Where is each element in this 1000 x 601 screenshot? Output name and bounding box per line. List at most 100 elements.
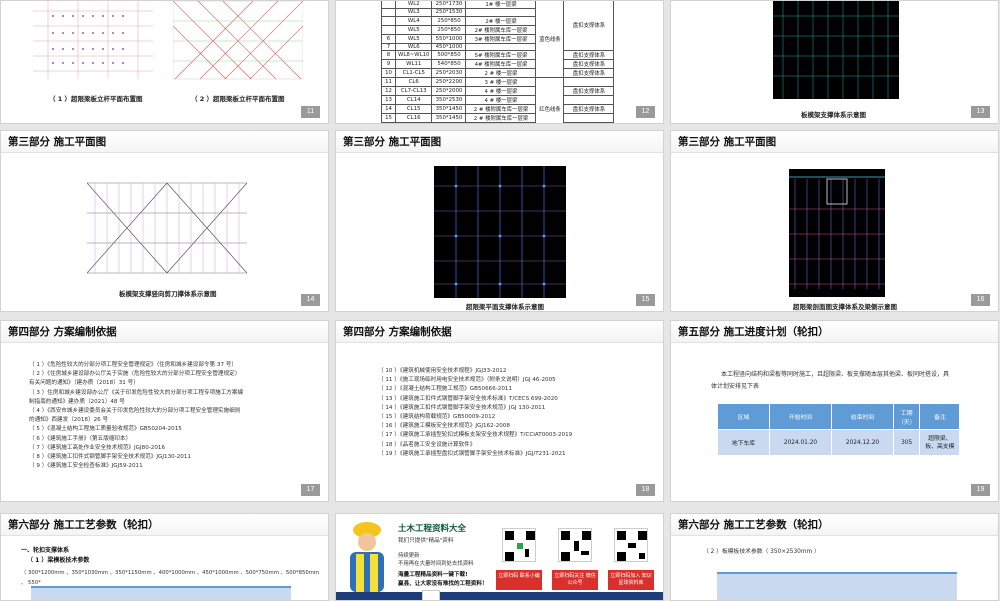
cell: 305 [892, 429, 921, 456]
slide-11[interactable]: （ 1 ）超限梁板立杆平面布置图 （ 2 ）超限梁板立杆平面布置图 11 [0, 0, 329, 124]
beam-plan-drawing [434, 166, 566, 298]
page-number: 11 [301, 106, 320, 118]
cell: 4# 楼附属车库一层梁 [465, 59, 537, 70]
slide-13[interactable]: 板模架支撑体系示意图 13 [670, 0, 999, 124]
page-number: 12 [636, 106, 655, 118]
reference-item: （ 3 ）住房和城乡建设部办公厅《关于印发危险性较大的分部分项工程专项施工方案编 [29, 389, 244, 396]
figure-caption-1: （ 1 ）超限梁板立杆平面布置图 [49, 95, 143, 103]
reference-item: （ 19 ）《建筑施工承插型盘扣式钢管脚手架安全技术标准》JGJ/T231-20… [378, 450, 566, 457]
cell: 350*2530 [431, 95, 467, 106]
slide-17[interactable]: 第四部分 方案编制依据 （ 1 ）《危险性较大的分部分项工程安全管理规定》（住房… [0, 320, 329, 502]
page-number: 19 [971, 484, 990, 496]
cell: WL5 [394, 24, 433, 35]
cell [381, 15, 396, 26]
reference-item: （ 6 ）《建筑施工手册》（第五版缩印本） [29, 435, 132, 442]
system-cell [563, 95, 615, 106]
cell: 450*1000 [431, 42, 467, 52]
slide-19[interactable]: 第五部分 施工进度计划（轮扣） 本工程竖向结构和梁板等同时施工，且超限梁、板支撑… [670, 320, 999, 502]
subsection-heading: （ 1 ）梁模板技术参数 [27, 557, 90, 564]
cell: 250*850 [431, 24, 467, 35]
cell: 250*1730 [431, 1, 467, 9]
ad-line-5: 赢县、让大家没有难找的工程资料！ [398, 581, 488, 587]
cell: 2 # 楼一层梁 [465, 68, 537, 79]
cell: 13 [381, 95, 396, 106]
cell: 11 [381, 77, 396, 88]
slide-22[interactable]: 第六部分 施工工艺参数（轮扣） （ 2 ）板模板技术参数（ 350×2530mm… [670, 513, 999, 601]
cell: WL6 [394, 42, 433, 52]
system-cell: 盘扣支撑体系 [563, 122, 615, 123]
cell: 12 [381, 86, 396, 97]
slide-title: 第六部分 施工工艺参数（轮扣） [1, 514, 328, 536]
col-header: 工期（天） [892, 403, 921, 430]
reference-item: 制指南的通知》建办质〔2021〕48 号 [29, 398, 125, 405]
reference-item: （ 5 ）《混凝土结构工程施工质量验收规范》GB50204-2015 [29, 426, 182, 433]
worker-illustration [350, 522, 384, 592]
col-header: 备注 [919, 403, 961, 430]
cell: 540*850 [431, 59, 467, 70]
cell [381, 24, 396, 35]
slide-21-ad[interactable]: 土木工程资料大全 我们只提供"精品"资料 持续更新 不用再在大量时间到处去找资料… [335, 513, 664, 601]
cell: 超限梁、板、高支模 [919, 429, 961, 456]
cell [465, 8, 537, 17]
cell: CL16 [394, 113, 433, 123]
cell: CL6 [394, 77, 433, 88]
system-cell: 盘扣支撑体系 [563, 104, 615, 115]
slide-18[interactable]: 第四部分 方案编制依据 （ 10 ）《建筑机械使用安全技术规程》JGJ33-20… [335, 320, 664, 502]
plan-drawing-1 [33, 1, 153, 79]
cell: WL5 [394, 33, 433, 44]
contact-editor-button[interactable]: 立即扫码 联系小编 [496, 570, 542, 590]
system-cell: 盘扣支撑体系 [563, 50, 615, 61]
qr-code-icon[interactable] [614, 528, 648, 562]
reference-list: （ 10 ）《建筑机械使用安全技术规程》JGJ33-2012 （ 11 ）《施工现… [378, 367, 572, 459]
table-row: 11 CL6 250*2200 3 # 楼一层梁 红色线条 [381, 77, 615, 123]
cell: WL3 [394, 8, 433, 17]
cell: 4 # 楼一层梁 [465, 95, 537, 106]
qr-code-icon[interactable] [422, 590, 440, 600]
beam-section-drawing [789, 169, 885, 297]
join-community-button[interactable]: 立即扫码加入 知识星球资料库 [608, 570, 654, 590]
param-table [717, 572, 957, 600]
cell: 2# 楼一层梁 [465, 15, 537, 26]
cell: WL11 [394, 59, 433, 70]
slide-14[interactable]: 第三部分 施工平面图 板模架支撑竖向剪刀撑体系示意图 14 [0, 130, 329, 312]
slide-20[interactable]: 第六部分 施工工艺参数（轮扣） 一、轮扣支撑体系 （ 1 ）梁模板技术参数 （ … [0, 513, 329, 601]
slide-title: 第五部分 施工进度计划（轮扣） [671, 321, 998, 343]
beam-size-list-cont: 、 550* [21, 580, 41, 586]
reference-item: （ 13 ）《建筑施工扣件式钢管脚手架安全技术标准》T/CECS 699-202… [378, 395, 558, 402]
cell: 250*2200 [431, 77, 467, 88]
reference-item: （ 2 ）《住房城乡建设部办公厅关于实施〈危险性较大的分部分项工程安全管理规定〉 [29, 371, 241, 378]
system-cell: 盘扣支撑体系 [563, 1, 615, 52]
cell: 3# 楼附属车库一层梁 [465, 33, 537, 44]
qr-code-icon[interactable] [558, 528, 592, 562]
slide-12[interactable]: WL2 250*1730 1# 楼一层梁 蓝色线条 盘扣支撑体系 WL3 250*1530 W… [335, 0, 664, 124]
slide-16[interactable]: 第三部分 施工平面图 超限梁剖面图支撑体系及梁侧示意图 16 [670, 130, 999, 312]
reference-item: （ 1 ）《危险性较大的分部分项工程安全管理规定》（住房和城乡建设部令第 37 … [29, 362, 237, 368]
cell: WL4 [394, 15, 433, 26]
cell: 250*2030 [431, 68, 467, 79]
schedule-intro-2: 体计划安排见下表 [711, 383, 760, 390]
page-number: 16 [971, 294, 990, 306]
cell: WL8~WL10 [394, 50, 433, 61]
cell: 9 [381, 59, 396, 70]
table-row: 8 WL8~WL10 500*850 5# 楼附属车库一层梁 盘扣支撑体系 [381, 50, 615, 61]
table-row: 地下车库 2024.01.20 2024.12.20 305 超限梁、板、高支模 [717, 429, 961, 456]
slide-15[interactable]: 第三部分 施工平面图 超限梁平面支撑体系示意图 15 [335, 130, 664, 312]
cell: 14 [381, 104, 396, 115]
figure-caption: 超限梁平面支撑体系示意图 [466, 303, 544, 311]
slide-title: 第三部分 施工平面图 [336, 131, 663, 153]
cell: 7 [381, 42, 396, 52]
reference-item: （ 18 ）《品茗施工安全设施计算软件》 [378, 441, 476, 448]
table-row: 15 CL16 350*1450 2 # 楼附属车库一层梁 [381, 113, 615, 123]
schedule-intro-1: 本工程竖向结构和梁板等同时施工，且超限梁、板支撑随本层其他梁、板同时搭设，具 [721, 371, 950, 378]
table-row: 16CL17-CL19250*19006 # 楼一层梁 盘扣支撑体系 [381, 122, 615, 123]
follow-account-button[interactable]: 立即扫码关注 微信公众号 [552, 570, 598, 590]
cell [381, 8, 396, 17]
cell: 5# 楼附属车库一层梁 [465, 50, 537, 61]
reference-item: （ 11 ）《施工现场临时用电安全技术规范》（附条文说明）JGJ 46-2005 [378, 377, 556, 384]
qr-code-icon[interactable] [502, 528, 536, 562]
table-row: 14 CL15 350*1450 2 # 楼附属车库一层梁 盘扣支撑体系 [381, 104, 615, 115]
figure-caption: 板模架支撑竖向剪刀撑体系示意图 [119, 290, 217, 298]
cell: 6 # 楼一层梁 [465, 122, 537, 123]
cell: CL15 [394, 104, 433, 115]
table-row: 9 WL11 540*850 4# 楼附属车库一层梁 盘扣支撑体系 [381, 59, 615, 70]
